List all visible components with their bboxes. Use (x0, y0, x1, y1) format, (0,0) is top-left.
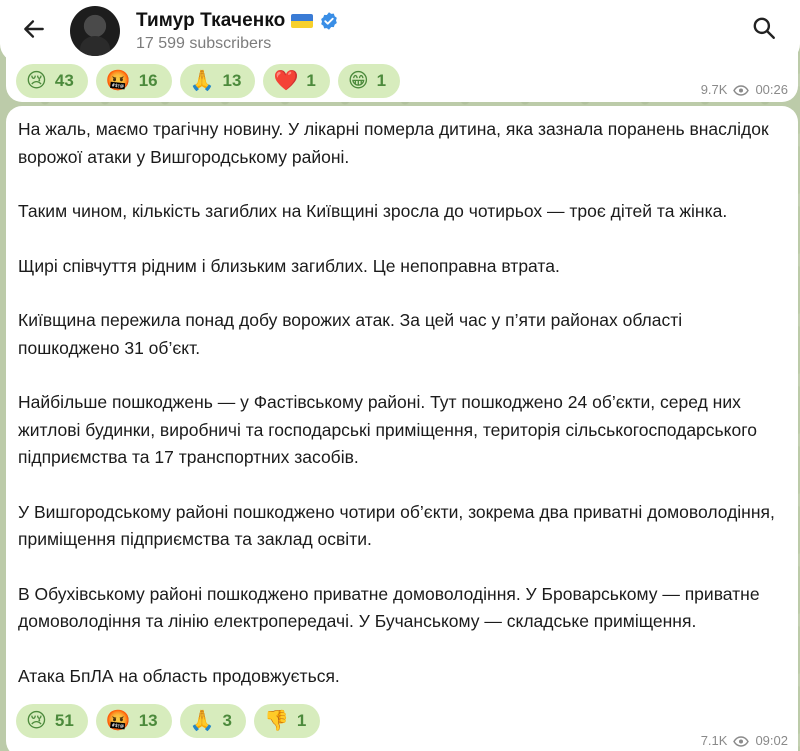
eye-icon (733, 735, 750, 747)
reaction-chip[interactable]: 😢 51 (16, 704, 88, 738)
cursing-face-icon: 🤬 (105, 710, 131, 732)
verified-badge-icon (319, 11, 339, 31)
eye-icon (733, 84, 750, 96)
message-paragraph: Найбільше пошкоджень — у Фастівському ра… (18, 392, 757, 467)
crying-face-icon: 😢 (26, 70, 47, 92)
reaction-chip[interactable]: 😁 1 (337, 64, 401, 98)
message-paragraph: На жаль, маємо трагічну новину. У лікарн… (18, 119, 769, 167)
ukraine-flag-icon (291, 13, 314, 28)
reaction-count: 1 (376, 71, 387, 90)
message-paragraph: Київщина пережила понад добу ворожих ата… (18, 310, 683, 358)
channel-avatar[interactable] (70, 6, 120, 56)
channel-name: Тимур Ткаченко (136, 9, 286, 31)
thumbs-down-icon: 👎 (263, 710, 289, 732)
cursing-face-icon: 🤬 (105, 70, 131, 92)
message-paragraph: Щирі співчуття рідним і близьким загибли… (18, 255, 560, 276)
reaction-chip[interactable]: ❤️ 1 (263, 64, 330, 98)
reaction-chip[interactable]: 🙏 13 (179, 64, 256, 98)
reaction-chip[interactable]: 🤬 16 (95, 64, 172, 98)
search-button[interactable] (744, 10, 784, 50)
reactions-bar: 😢 43 🤬 16 🙏 13 ❤️ 1 😁 1 (16, 64, 401, 98)
message-time: 00:26 (755, 82, 788, 97)
reaction-count: 13 (138, 711, 158, 730)
message-text: На жаль, маємо трагічну новину. У лікарн… (18, 116, 778, 690)
reaction-count: 1 (296, 711, 307, 730)
subscriber-count: 17 599 subscribers (136, 34, 272, 52)
channel-info[interactable]: Тимур Ткаченко 17 599 subscribers (136, 10, 339, 53)
arrow-left-icon (21, 16, 47, 47)
message-bubble[interactable]: На жаль, маємо трагічну новину. У лікарн… (6, 106, 798, 751)
folded-hands-icon: 🙏 (189, 70, 215, 92)
reaction-count: 3 (222, 711, 232, 730)
chat-header: Тимур Ткаченко 17 599 subscribers (0, 0, 800, 62)
reaction-count: 43 (54, 71, 74, 90)
reaction-chip[interactable]: 🤬 13 (95, 704, 172, 738)
search-icon (751, 15, 777, 46)
reactions-bar: 😢 51 🤬 13 🙏 3 👎 1 (16, 704, 321, 738)
message-meta: 9.7K 00:26 (701, 82, 788, 97)
message-paragraph: В Обухівському районі пошкоджено приватн… (18, 583, 760, 632)
message-paragraph: У Вишгородському районі пошкоджено чотир… (18, 501, 775, 550)
reaction-count: 51 (54, 711, 74, 730)
back-button[interactable] (8, 5, 60, 57)
crying-face-icon: 😢 (26, 710, 47, 732)
reaction-chip[interactable]: 👎 1 (253, 704, 321, 738)
message-meta: 7.1K 09:02 (701, 733, 788, 748)
view-count: 7.1K (700, 733, 728, 748)
reaction-chip[interactable]: 🙏 3 (179, 704, 246, 738)
grinning-face-icon: 😁 (347, 70, 369, 92)
message-paragraph: Атака БпЛА на область продовжується. (18, 665, 340, 686)
view-count: 9.7K (700, 82, 728, 97)
red-heart-icon: ❤️ (273, 70, 299, 92)
reaction-count: 1 (306, 71, 316, 90)
reaction-count: 16 (138, 71, 158, 90)
reaction-chip[interactable]: 😢 43 (16, 64, 88, 98)
folded-hands-icon: 🙏 (189, 710, 215, 732)
message-time: 09:02 (755, 733, 788, 748)
message-paragraph: Таким чином, кількість загиблих на Київщ… (18, 201, 728, 221)
reaction-count: 13 (222, 71, 242, 90)
